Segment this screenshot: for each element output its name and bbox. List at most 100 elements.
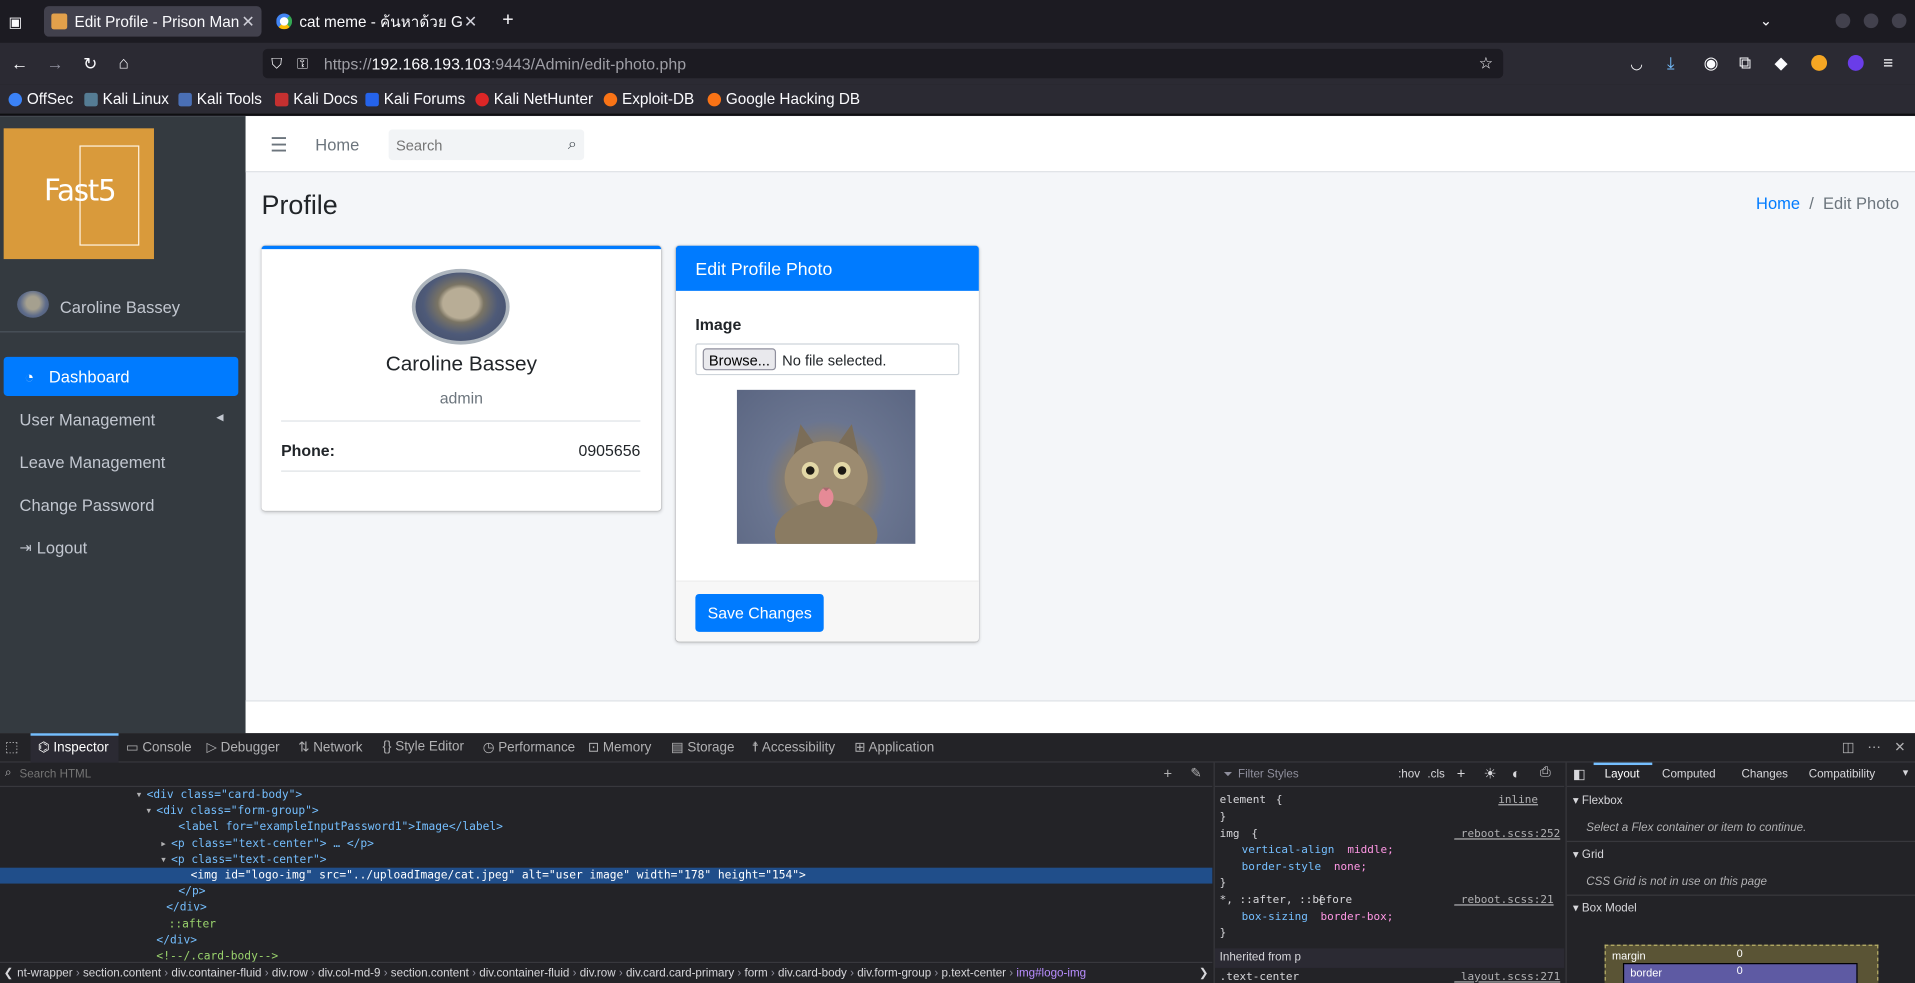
tab-changes[interactable]: Changes [1741, 767, 1787, 780]
rule-selector[interactable]: element [1220, 794, 1266, 806]
tab-memory[interactable]: ⊡ Memory [588, 739, 652, 756]
reload-icon[interactable]: ↻ [83, 55, 97, 72]
tab-debugger[interactable]: ▷ Debugger [207, 739, 280, 756]
chevron-down-icon[interactable]: ▾ [1903, 766, 1909, 779]
devtools-breadcrumb-item[interactable]: section.content [83, 967, 161, 980]
html-tree-row[interactable]: </div> [0, 932, 1212, 948]
rule-open-brace[interactable]: { [1317, 895, 1324, 907]
rule-open-brace[interactable]: { [1276, 794, 1283, 806]
html-tree-row[interactable]: </div> [0, 900, 1212, 916]
devtools-breadcrumb-item[interactable]: div.container-fluid [171, 967, 261, 980]
lock-icon[interactable]: ⚿ [297, 55, 308, 72]
flexbox-section[interactable]: ▾ Flexbox [1573, 794, 1623, 807]
devtools-breadcrumb-item[interactable]: nt-wrapper [17, 967, 73, 980]
rule-value[interactable]: none; [1334, 861, 1367, 873]
close-window-button[interactable] [1891, 13, 1907, 29]
element-picker-icon[interactable]: ⬚ [5, 738, 19, 755]
rule-source[interactable]: _reboot.scss:21 [1454, 895, 1553, 907]
bookmark-kali-nethunter[interactable]: Kali NetHunter [475, 90, 593, 108]
devtools-breadcrumb-item[interactable]: p.text-center [942, 967, 1007, 980]
devtools-breadcrumb-item[interactable]: div.card-body [778, 967, 847, 980]
tab-close-icon[interactable]: ✕ [462, 12, 479, 32]
bookmark-exploit-db[interactable]: Exploit-DB [603, 90, 694, 108]
breadcrumb-home[interactable]: Home [1756, 194, 1800, 212]
hamburger-icon[interactable]: ☰ [270, 133, 288, 157]
hov-toggle[interactable]: :hov [1398, 767, 1420, 780]
downloads-icon[interactable]: ⤓ [1667, 54, 1675, 71]
bookmark-star-icon[interactable]: ☆ [1479, 54, 1493, 72]
sidebar-item-dashboard[interactable]: ◔ Dashboard [3, 356, 239, 396]
html-tree-row[interactable]: ▸ <p class="text-center"> … </p> [0, 835, 1212, 851]
html-tree-row[interactable]: ▾ <div class="form-group"> [0, 803, 1212, 819]
new-tab-icon[interactable]: + [502, 10, 513, 30]
bookmark-kali-docs[interactable]: Kali Docs [274, 90, 358, 108]
light-theme-icon[interactable]: ☀ [1484, 765, 1497, 782]
sidebar-user-panel[interactable]: Caroline Bassey [0, 284, 246, 333]
html-tree-row[interactable]: <img id="logo-img" src="../uploadImage/c… [0, 867, 1213, 884]
tab-edit-profile[interactable]: Edit Profile - Prison Mana ✕ [43, 6, 262, 37]
rule-source[interactable]: _reboot.scss:252 [1454, 828, 1560, 840]
menu-icon[interactable]: ≡ [1883, 54, 1893, 71]
save-changes-button[interactable]: Save Changes [695, 593, 825, 632]
sidebar-item-logout[interactable]: ⇥ Logout [4, 528, 239, 567]
devtools-breadcrumb-item[interactable]: div.row [272, 967, 308, 980]
rule-close-brace[interactable]: } [1220, 928, 1227, 940]
back-icon[interactable]: ← [11, 55, 28, 72]
add-node-icon[interactable]: + [1163, 765, 1172, 782]
extension-icon[interactable] [1811, 54, 1828, 71]
maximize-button[interactable] [1863, 13, 1879, 29]
sidebar-item-change-password[interactable]: Change Password [4, 485, 239, 524]
tab-performance[interactable]: ◷ Performance [483, 739, 575, 756]
devtools-breadcrumb-item[interactable]: div.container-fluid [479, 967, 569, 980]
devtools-breadcrumb-item[interactable]: section.content [391, 967, 469, 980]
rule-value[interactable]: middle; [1347, 844, 1393, 856]
tab-inspector[interactable]: ⌬ Inspector [38, 739, 109, 756]
brand-logo[interactable]: Fast5 [3, 128, 154, 260]
rule-value[interactable]: border-box; [1320, 911, 1393, 923]
bookmark-kali-tools[interactable]: Kali Tools [178, 90, 262, 108]
expand-arrow-icon[interactable]: ▾ [160, 853, 167, 866]
devtools-breadcrumb-item[interactable]: div.row [580, 967, 616, 980]
url-bar[interactable]: ⛉ ⚿ https://192.168.193.103:9443/Admin/e… [262, 48, 1504, 79]
tab-console[interactable]: ▭ Console [126, 739, 192, 756]
rule-close-brace[interactable]: } [1220, 811, 1227, 823]
devtools-breadcrumb-item[interactable]: form [744, 967, 767, 980]
rule-property[interactable]: border-style [1242, 861, 1321, 873]
rule-source[interactable]: inline [1498, 794, 1538, 806]
filter-styles-input[interactable]: Filter Styles [1238, 767, 1299, 780]
sidebar-item-user-management[interactable]: User Management ◂ [4, 400, 239, 439]
html-tree-row[interactable]: ::after [0, 916, 1212, 932]
rule-selector[interactable]: img [1220, 828, 1240, 840]
chevron-down-icon[interactable]: ⌄ [1760, 12, 1772, 29]
tab-network[interactable]: ⇅ Network [298, 739, 362, 756]
tab-cat-meme[interactable]: cat meme - ค้นหาด้วย Goo ✕ [269, 6, 484, 37]
dark-theme-icon[interactable]: ◐ [1512, 765, 1521, 782]
bookmark-offsec[interactable]: OffSec [8, 90, 73, 108]
devtools-breadcrumb-item[interactable]: img#logo-img [1016, 967, 1086, 980]
rule-selector[interactable]: .text-center [1220, 972, 1299, 983]
box-model-section[interactable]: ▾ Box Model [1573, 902, 1637, 915]
minimize-button[interactable] [1835, 13, 1851, 29]
border-top-value[interactable]: 0 [1737, 964, 1743, 976]
print-icon[interactable]: ⎙ [1540, 765, 1551, 781]
rule-property[interactable]: box-sizing [1242, 911, 1308, 923]
extension-icon[interactable]: ◆ [1774, 54, 1787, 71]
scroll-left-icon[interactable]: ❮ [4, 967, 14, 980]
home-icon[interactable]: ⌂ [119, 54, 129, 71]
html-tree-row[interactable]: ▾ <p class="text-center"> [0, 852, 1212, 868]
cls-toggle[interactable]: .cls [1427, 767, 1444, 780]
search-html-input[interactable] [19, 765, 1120, 784]
html-tree-row[interactable]: <label for="exampleInputPassword1">Image… [0, 819, 1212, 835]
rule-open-brace[interactable]: { [1251, 828, 1258, 840]
expand-arrow-icon[interactable]: ▸ [160, 837, 167, 850]
tab-close-icon[interactable]: ✕ [240, 12, 257, 32]
close-devtools-icon[interactable]: ✕ [1894, 739, 1905, 756]
tab-application[interactable]: ⊞ Application [854, 739, 934, 756]
bookmark-google-hacking-db[interactable]: Google Hacking DB [707, 90, 860, 108]
forward-icon[interactable]: → [46, 55, 63, 72]
rule-source[interactable]: _layout.scss:271 [1454, 972, 1560, 983]
search-icon[interactable]: ⌕ [568, 134, 577, 154]
rule-property[interactable]: vertical-align [1242, 844, 1335, 856]
devtools-breadcrumb-item[interactable]: div.card.card-primary [626, 967, 734, 980]
account-icon[interactable]: ◉ [1704, 54, 1719, 71]
